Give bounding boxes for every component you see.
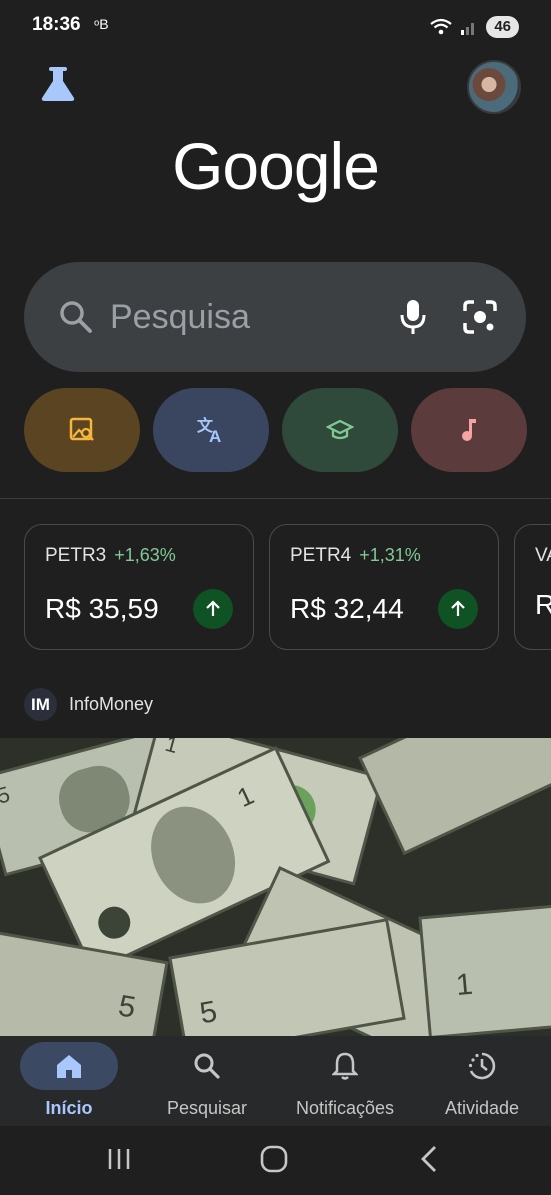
nav-label: Atividade <box>444 1098 520 1118</box>
dollar-bills-illustration: 5 1 1 1 1 5 5 1 <box>0 738 551 1036</box>
microphone-icon[interactable] <box>398 298 428 336</box>
stock-price: R$ 32,44 <box>290 593 404 624</box>
stock-price: R <box>535 589 551 620</box>
nav-label: Notificações <box>295 1098 395 1118</box>
arrow-up-icon <box>193 589 233 629</box>
lens-camera-icon[interactable] <box>462 299 498 335</box>
recent-apps-icon[interactable] <box>106 1146 132 1172</box>
activity-icon <box>468 1052 496 1080</box>
translate-chip[interactable]: 文 A <box>153 388 269 472</box>
stock-card-partial-clip: VA R <box>514 524 551 650</box>
svg-text:1: 1 <box>455 968 475 1002</box>
home-button-icon[interactable] <box>260 1145 288 1173</box>
news-image[interactable]: 5 1 1 1 1 5 5 1 <box>0 738 551 1036</box>
bottom-nav: Início Pesquisar Notificações Atividade <box>0 1036 551 1126</box>
bell-icon <box>332 1052 358 1080</box>
system-nav-bar <box>0 1126 551 1195</box>
source-name: InfoMoney <box>69 694 154 714</box>
wifi-icon <box>430 18 452 35</box>
flask-icon[interactable] <box>38 64 78 104</box>
stock-change: +1,63% <box>114 545 176 565</box>
image-search-chip[interactable] <box>24 388 140 472</box>
google-logo: Google <box>172 129 380 203</box>
nav-item-activity[interactable]: Atividade <box>413 1042 551 1119</box>
stock-ticker: PETR3 <box>45 545 107 566</box>
home-icon <box>57 1055 81 1078</box>
stock-ticker: VA <box>535 545 551 566</box>
music-note-icon <box>462 419 476 441</box>
search-icon <box>194 1053 220 1079</box>
stock-change: +1,31% <box>359 545 421 565</box>
stock-card-va[interactable]: VA R <box>514 524 551 650</box>
arrow-up-icon <box>438 589 478 629</box>
divider <box>0 498 551 499</box>
search-placeholder[interactable]: Pesquisa <box>110 298 398 337</box>
avatar[interactable] <box>467 60 521 114</box>
translate-icon: 文 A <box>197 416 221 444</box>
status-icons: 46 <box>430 16 519 38</box>
music-chip[interactable] <box>411 388 527 472</box>
stock-ticker: PETR4 <box>290 545 352 566</box>
search-bar[interactable]: Pesquisa <box>24 262 526 372</box>
news-source[interactable]: IM InfoMoney <box>24 688 153 721</box>
status-time: 18:36 <box>32 14 81 35</box>
nav-item-notifications[interactable]: Notificações <box>276 1042 414 1119</box>
shortcut-chips: 文 A <box>24 388 527 472</box>
stock-card-petr4[interactable]: PETR4 +1,31% R$ 32,44 <box>269 524 499 650</box>
nav-item-search[interactable]: Pesquisar <box>138 1042 276 1119</box>
stock-card-petr3[interactable]: PETR3 +1,63% R$ 35,59 <box>24 524 254 650</box>
status-notification-icon: ᵒB <box>94 16 109 32</box>
battery-indicator: 46 <box>486 16 519 38</box>
back-icon[interactable] <box>418 1144 440 1174</box>
nav-item-home[interactable]: Início <box>0 1042 138 1119</box>
image-search-icon <box>69 417 94 441</box>
nav-label: Pesquisar <box>166 1098 248 1118</box>
source-logo: IM <box>24 688 57 721</box>
svg-text:A: A <box>209 427 221 444</box>
search-icon <box>60 301 92 333</box>
stock-price: R$ 35,59 <box>45 593 159 624</box>
signal-icon <box>461 23 475 35</box>
nav-label: Início <box>45 1098 93 1118</box>
homework-chip[interactable] <box>282 388 398 472</box>
graduation-cap-icon <box>326 419 354 440</box>
